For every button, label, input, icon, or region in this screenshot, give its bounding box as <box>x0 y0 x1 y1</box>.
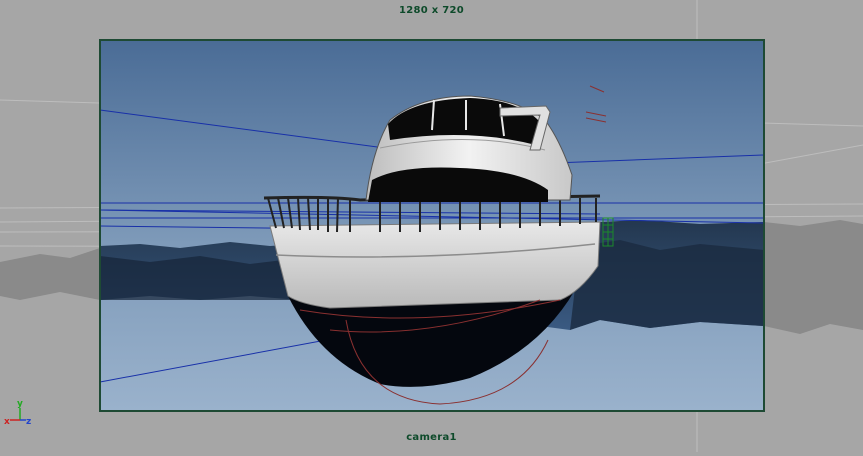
boat-hull-white <box>269 221 601 309</box>
axis-x-label: x <box>4 417 10 427</box>
axis-gizmo-icon: y x z <box>4 399 31 427</box>
ocean-outside-gate <box>0 248 100 300</box>
camera-name-label: camera1 <box>406 432 457 443</box>
3d-viewport[interactable]: y x z 1280 x 720 camera1 <box>0 0 863 452</box>
axis-z-label: z <box>26 417 31 427</box>
axis-y-label: y <box>17 399 23 409</box>
ocean-outside-gate-right <box>764 220 863 334</box>
resolution-label: 1280 x 720 <box>398 5 465 16</box>
